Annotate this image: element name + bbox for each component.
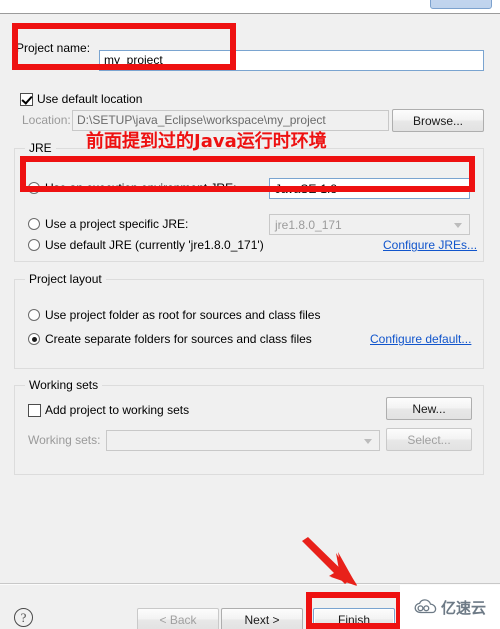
jre-project-specific-row[interactable]: Use a project specific JRE:: [28, 217, 188, 231]
chevron-down-icon: [364, 438, 372, 444]
jre-execution-env-radio[interactable]: [28, 182, 40, 194]
project-name-row: Project name:: [16, 41, 90, 55]
annotation-jre-note: 前面提到过的Java运行时环境: [86, 131, 327, 152]
project-name-input[interactable]: my_project: [99, 50, 484, 71]
layout-project-folder-row[interactable]: Use project folder as root for sources a…: [28, 308, 320, 322]
layout-project-folder-radio[interactable]: [28, 309, 40, 321]
location-row: Location:: [22, 113, 71, 127]
project-specific-jre-value: jre1.8.0_171: [275, 217, 342, 232]
add-to-working-sets-label: Add project to working sets: [45, 403, 190, 417]
partial-button-behind[interactable]: [430, 0, 492, 9]
use-default-location-label: Use default location: [37, 92, 143, 106]
finish-button[interactable]: Finish: [313, 608, 395, 629]
jre-default-radio[interactable]: [28, 239, 40, 251]
back-button[interactable]: < Back: [137, 608, 219, 629]
working-sets-label: Working sets:: [28, 433, 101, 447]
use-default-location-checkbox[interactable]: [20, 92, 33, 106]
execution-env-value: JavaSE-1.8: [275, 181, 338, 196]
layout-project-folder-label: Use project folder as root for sources a…: [45, 308, 321, 322]
execution-env-combo[interactable]: JavaSE-1.8: [269, 178, 470, 199]
layout-separate-folders-label: Create separate folders for sources and …: [45, 332, 312, 346]
working-sets-group-title: Working sets: [25, 378, 103, 392]
chevron-down-icon: [454, 186, 462, 192]
working-sets-row: Working sets:: [28, 433, 100, 447]
jre-default-row[interactable]: Use default JRE (currently 'jre1.8.0_171…: [28, 238, 264, 252]
use-default-location-row[interactable]: Use default location: [20, 92, 142, 106]
configure-jres-link[interactable]: Configure JREs...: [383, 238, 477, 252]
jre-project-specific-radio[interactable]: [28, 218, 40, 230]
project-name-label: Project name:: [16, 41, 91, 55]
background-window-strip: [0, 0, 500, 14]
cloud-icon: [414, 599, 437, 614]
help-icon[interactable]: ?: [14, 608, 33, 627]
working-sets-combo[interactable]: [106, 430, 380, 451]
jre-execution-env-row[interactable]: Use an execution environment JRE:: [28, 181, 236, 195]
chevron-down-icon: [454, 222, 462, 228]
jre-default-label: Use default JRE (currently 'jre1.8.0_171…: [45, 238, 264, 252]
project-layout-group: Project layout: [14, 272, 484, 369]
next-button[interactable]: Next >: [221, 608, 303, 629]
project-layout-group-title: Project layout: [25, 272, 106, 286]
browse-button[interactable]: Browse...: [392, 109, 484, 132]
add-to-working-sets-checkbox[interactable]: [28, 403, 41, 417]
project-specific-jre-combo[interactable]: jre1.8.0_171: [269, 214, 470, 235]
location-label: Location:: [22, 113, 71, 127]
jre-project-specific-label: Use a project specific JRE:: [45, 217, 189, 231]
configure-default-link[interactable]: Configure default...: [370, 332, 471, 346]
watermark: 亿速云: [400, 585, 500, 629]
watermark-text: 亿速云: [440, 598, 486, 617]
layout-separate-folders-row[interactable]: Create separate folders for sources and …: [28, 332, 312, 346]
jre-group-title: JRE: [25, 141, 56, 155]
select-working-set-button[interactable]: Select...: [386, 428, 472, 451]
screenshot-root: Project name: my_project Use default loc…: [0, 0, 500, 629]
jre-execution-env-label: Use an execution environment JRE:: [45, 181, 237, 195]
new-java-project-dialog-body: Project name: my_project Use default loc…: [0, 14, 500, 583]
new-working-set-button[interactable]: New...: [386, 397, 472, 420]
layout-separate-folders-radio[interactable]: [28, 333, 40, 345]
add-to-working-sets-row[interactable]: Add project to working sets: [28, 403, 189, 417]
